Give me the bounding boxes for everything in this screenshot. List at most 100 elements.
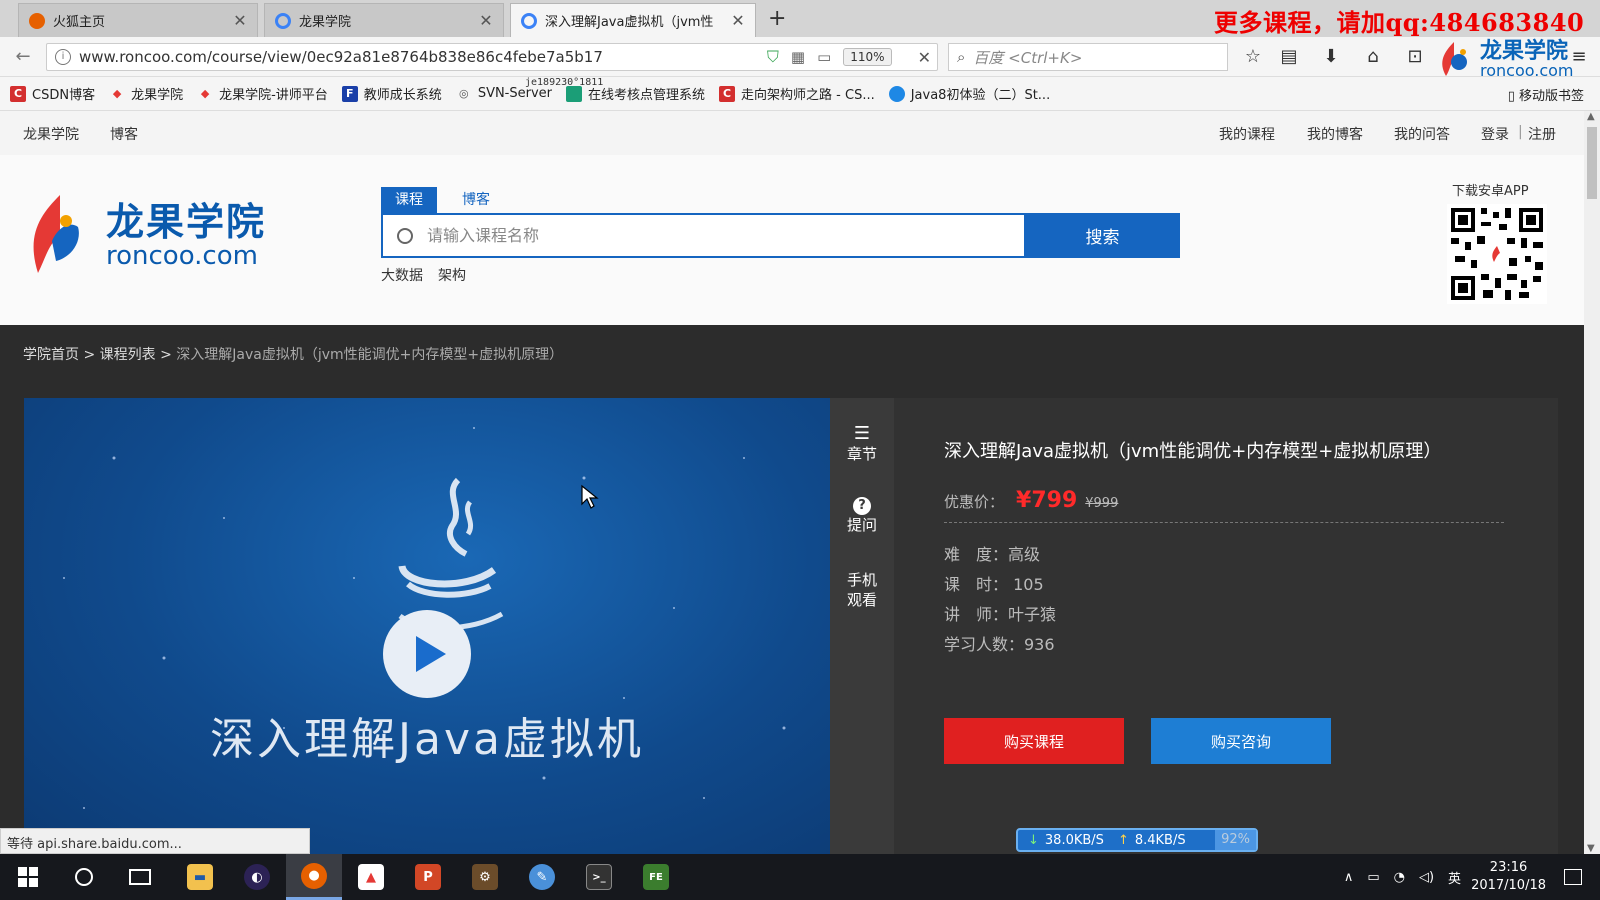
scroll-thumb[interactable] [1587, 127, 1597, 199]
start-button[interactable] [0, 854, 56, 900]
bookmark-roncoo-teacher[interactable]: ◆ 龙果学院-讲师平台 [197, 84, 328, 104]
hot-keyword-bigdata[interactable]: 大数据 [381, 265, 423, 285]
nav-roncoo[interactable]: 龙果学院 [23, 124, 79, 144]
clock[interactable]: 23:16 2017/10/18 [1471, 859, 1546, 895]
tab-course-active[interactable]: 深入理解Java虚拟机（jvm性 ✕ [510, 3, 756, 37]
nav-my-blog[interactable]: 我的博客 [1307, 124, 1363, 144]
close-icon[interactable]: ✕ [479, 11, 493, 30]
purchase-consult-button[interactable]: 购买咨询 [1151, 718, 1331, 764]
nav-blog[interactable]: 博客 [110, 124, 138, 144]
bookmark-java8[interactable]: Java8初体验（二）St... [888, 84, 1050, 103]
search-placeholder: 百度 <Ctrl+K> [973, 48, 1083, 67]
volume-icon[interactable]: ◁) [1419, 870, 1434, 885]
bookmark-roncoo[interactable]: ◆ 龙果学院 [109, 84, 184, 104]
stop-icon[interactable]: ✕ [918, 48, 931, 67]
taskbar-eclipse[interactable]: ◐ [229, 854, 285, 900]
roncoo-icon: ◆ [112, 86, 122, 100]
screenshot-icon[interactable]: ⊡ [1404, 46, 1426, 68]
rail-mobile-watch[interactable]: 手机观看 [842, 570, 882, 610]
gear-app-icon: ⚙ [472, 864, 498, 890]
rail-ask-question[interactable]: ? 提问 [830, 494, 894, 535]
library-icon[interactable]: ▤ [1278, 46, 1300, 68]
site-top-nav: 龙果学院 博客 我的课程 我的博客 我的问答 登录 | 注册 [0, 111, 1584, 155]
rail-chapters[interactable]: ☰ 章节 [830, 424, 894, 464]
course-search-input[interactable] [413, 217, 1024, 254]
new-tab-button[interactable]: + [768, 6, 786, 31]
bookmark-star-icon[interactable]: ☆ [1242, 46, 1264, 68]
taskbar-media-app[interactable]: ▲ [343, 854, 399, 900]
list-icon: ☰ [853, 423, 871, 444]
app-download-label: 下载安卓APP [1452, 184, 1529, 199]
question-icon: ? [853, 497, 871, 515]
close-icon[interactable]: ✕ [233, 11, 247, 30]
upload-arrow-icon: ↑ [1117, 832, 1129, 848]
taskbar-paint-app[interactable]: ✎ [514, 854, 570, 900]
price-current: ¥799 [1016, 488, 1078, 513]
promo-banner: 更多课程，请加qq:484683840 [1214, 8, 1585, 37]
bookmark-architect[interactable]: C 走向架构师之路 - CS... [719, 84, 875, 103]
terminal-icon: >_ [586, 864, 612, 890]
download-icon[interactable]: ⬇ [1320, 46, 1342, 68]
qr-code-image [1447, 204, 1547, 304]
task-view-button[interactable] [112, 854, 168, 900]
search-tab-blog[interactable]: 博客 [448, 187, 504, 213]
buy-course-button[interactable]: 购买课程 [944, 718, 1124, 764]
breadcrumb-current: 深入理解Java虚拟机（jvm性能调优+内存模型+虚拟机原理） [176, 347, 564, 363]
nav-my-courses[interactable]: 我的课程 [1219, 124, 1275, 144]
breadcrumb-course-list[interactable]: 课程列表 [100, 347, 156, 363]
address-bar[interactable]: i www.roncoo.com/course/view/0ec92a81e87… [46, 43, 938, 71]
scroll-up-icon[interactable]: ▲ [1587, 111, 1595, 122]
page-scrollbar[interactable]: ▲ ▼ [1584, 111, 1600, 854]
player-side-rail: ☰ 章节 ? 提问 手机观看 [830, 398, 894, 854]
tab-title: 龙果学院 [299, 15, 352, 30]
download-speed: 38.0KB/S [1044, 832, 1104, 848]
home-icon[interactable]: ⌂ [1362, 46, 1384, 68]
taskbar-fen-app[interactable]: FE [628, 854, 684, 900]
price-row: 优惠价： ¥799 ¥999 [944, 488, 1118, 513]
breadcrumb-home[interactable]: 学院首页 [23, 347, 79, 363]
back-arrow-icon[interactable]: ← [12, 46, 34, 68]
qr-code-icon[interactable]: ▦ [791, 48, 805, 66]
taskbar-powerpoint[interactable]: P [400, 854, 456, 900]
site-logo[interactable]: 龙果学院 roncoo.com [22, 191, 266, 281]
mobile-bookmarks[interactable]: ▯ 移动版书签 [1508, 85, 1584, 104]
tab-roncoo[interactable]: 龙果学院 ✕ [264, 3, 504, 37]
tab-firefox-home[interactable]: 火狐主页 ✕ [18, 3, 258, 37]
ime-indicator[interactable]: 英 [1448, 868, 1461, 887]
search-button[interactable] [56, 854, 112, 900]
mobile-bookmarks-label: 移动版书签 [1518, 89, 1584, 104]
zoom-indicator[interactable]: 110% [843, 48, 892, 66]
csdn-icon: C [719, 85, 736, 102]
tray-expand-icon[interactable]: ∧ [1344, 870, 1354, 885]
notification-icon[interactable] [1564, 869, 1582, 885]
nav-my-qa[interactable]: 我的问答 [1394, 124, 1450, 144]
shield-icon[interactable]: ⛉ [767, 47, 779, 67]
info-icon[interactable]: i [55, 49, 71, 65]
search-engine-box[interactable]: ⌕ 百度 <Ctrl+K> [948, 43, 1228, 71]
reader-view-icon[interactable]: ▭ [817, 48, 831, 66]
hot-keyword-architecture[interactable]: 架构 [438, 265, 466, 285]
video-player[interactable]: 深入理解Java虚拟机 [24, 398, 830, 854]
nav-login[interactable]: 登录 [1481, 124, 1509, 144]
taskbar-gear-app[interactable]: ⚙ [457, 854, 513, 900]
search-button[interactable]: 搜索 [1025, 213, 1180, 258]
play-button[interactable] [383, 610, 471, 698]
scroll-down-icon[interactable]: ▼ [1587, 843, 1595, 854]
upload-speed: 8.4KB/S [1134, 832, 1186, 848]
taskbar-terminal[interactable]: >_ [571, 854, 627, 900]
bookmark-label: SVN-Server [477, 86, 553, 101]
network-icon[interactable]: ◔ [1394, 870, 1405, 885]
bookmark-label: 龙果学院 [131, 88, 184, 103]
breadcrumb: 学院首页 > 课程列表 > 深入理解Java虚拟机（jvm性能调优+内存模型+虚… [23, 344, 563, 364]
taskbar-file-explorer[interactable]: ▬ [172, 854, 228, 900]
search-tab-course[interactable]: 课程 [381, 187, 437, 213]
close-icon[interactable]: ✕ [731, 11, 745, 30]
bookmark-teacher-growth[interactable]: F 教师成长系统 [341, 84, 442, 103]
bookmark-csdn[interactable]: C CSDN博客 [10, 84, 95, 103]
video-title: 深入理解Java虚拟机 [210, 714, 644, 765]
battery-icon[interactable]: ▭ [1367, 870, 1379, 885]
bookmarks-bar: C CSDN博客 ◆ 龙果学院 ◆ 龙果学院-讲师平台 F 教师成长系统 ◎ SVN-Se… [0, 77, 1600, 111]
clock-date: 2017/10/18 [1471, 878, 1546, 893]
nav-register[interactable]: 注册 [1528, 124, 1556, 144]
taskbar-firefox[interactable]: ● [286, 854, 342, 900]
